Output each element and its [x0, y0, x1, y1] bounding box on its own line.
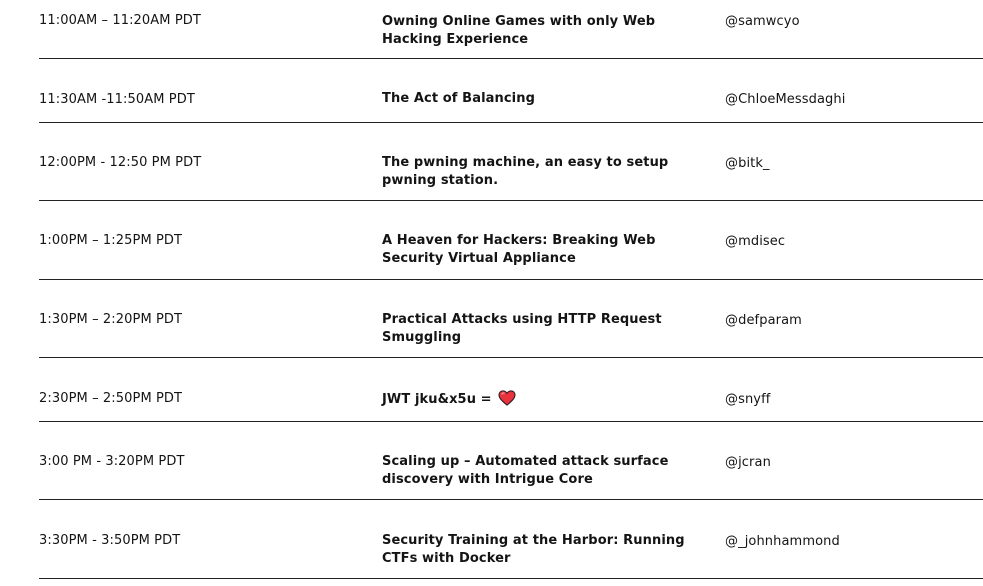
- talk-title-line: discovery with Intrigue Core: [382, 472, 593, 487]
- talk-title: The Act of Balancing: [382, 90, 682, 108]
- schedule-row: 3:30PM - 3:50PM PDT Security Training at…: [39, 500, 983, 579]
- schedule-row: 12:00PM - 12:50 PM PDT The pwning machin…: [39, 123, 983, 201]
- speaker-handle[interactable]: @samwcyo: [725, 13, 975, 31]
- speaker-handle[interactable]: @ChloeMessdaghi: [725, 91, 975, 109]
- schedule-row: 11:00AM – 11:20AM PDT Owning Online Game…: [39, 0, 983, 59]
- talk-title-line: A Heaven for Hackers: Breaking Web: [382, 233, 656, 248]
- talk-time: 11:00AM – 11:20AM PDT: [39, 13, 201, 28]
- talk-title-line: Owning Online Games with only Web: [382, 14, 656, 29]
- talk-time: 1:00PM – 1:25PM PDT: [39, 233, 183, 248]
- talk-title-line: Practical Attacks using HTTP Request: [382, 312, 662, 327]
- talk-time: 11:30AM -11:50AM PDT: [39, 92, 195, 107]
- talk-title-line: JWT jku&x5u =: [382, 392, 492, 407]
- talk-title-line: pwning station.: [382, 173, 499, 188]
- talk-title: Security Training at the Harbor: Running…: [382, 532, 685, 568]
- talk-title-line: The Act of Balancing: [382, 91, 535, 106]
- schedule-row: 1:00PM – 1:25PM PDT A Heaven for Hackers…: [39, 201, 983, 280]
- talk-time: 12:00PM - 12:50 PM PDT: [39, 155, 202, 170]
- schedule-row: 11:30AM -11:50AM PDT The Act of Balancin…: [39, 59, 983, 123]
- talk-title-line: The pwning machine, an easy to setup: [382, 155, 669, 170]
- talk-title: The pwning machine, an easy to setup pwn…: [382, 154, 682, 190]
- red-heart-icon: [498, 390, 516, 406]
- heart-shape: [498, 390, 516, 406]
- talk-title: Scaling up – Automated attack surface di…: [382, 453, 682, 489]
- speaker-handle[interactable]: @mdisec: [725, 233, 975, 251]
- speaker-handle[interactable]: @jcran: [725, 454, 975, 472]
- schedule-row: 3:00 PM - 3:20PM PDT Scaling up – Automa…: [39, 422, 983, 500]
- talk-title-line: Security Virtual Appliance: [382, 251, 576, 266]
- talk-title: JWT jku&x5u =: [382, 390, 682, 409]
- talk-time: 3:30PM - 3:50PM PDT: [39, 533, 181, 548]
- talk-title: Owning Online Games with only Web Hackin…: [382, 13, 682, 49]
- talk-title: Practical Attacks using HTTP Request Smu…: [382, 311, 682, 347]
- talk-schedule: 11:00AM – 11:20AM PDT Owning Online Game…: [0, 0, 983, 586]
- schedule-row: 2:30PM – 2:50PM PDT JWT jku&x5u = @snyff: [39, 358, 983, 422]
- speaker-handle[interactable]: @bitk_: [725, 155, 975, 173]
- talk-time: 1:30PM – 2:20PM PDT: [39, 312, 183, 327]
- talk-time: 2:30PM – 2:50PM PDT: [39, 391, 183, 406]
- talk-title-line: Security Training at the Harbor: Running: [382, 533, 685, 548]
- talk-title: A Heaven for Hackers: Breaking Web Secur…: [382, 232, 682, 268]
- talk-time: 3:00 PM - 3:20PM PDT: [39, 454, 185, 469]
- talk-title-line: CTFs with Docker: [382, 551, 511, 566]
- speaker-handle[interactable]: @_johnhammond: [725, 533, 975, 551]
- schedule-row: 1:30PM – 2:20PM PDT Practical Attacks us…: [39, 280, 983, 358]
- talk-title-line: Scaling up – Automated attack surface: [382, 454, 669, 469]
- speaker-handle[interactable]: @defparam: [725, 312, 975, 330]
- talk-title-line: Smuggling: [382, 330, 462, 345]
- talk-title-line: Hacking Experience: [382, 32, 529, 47]
- speaker-handle[interactable]: @snyff: [725, 391, 975, 409]
